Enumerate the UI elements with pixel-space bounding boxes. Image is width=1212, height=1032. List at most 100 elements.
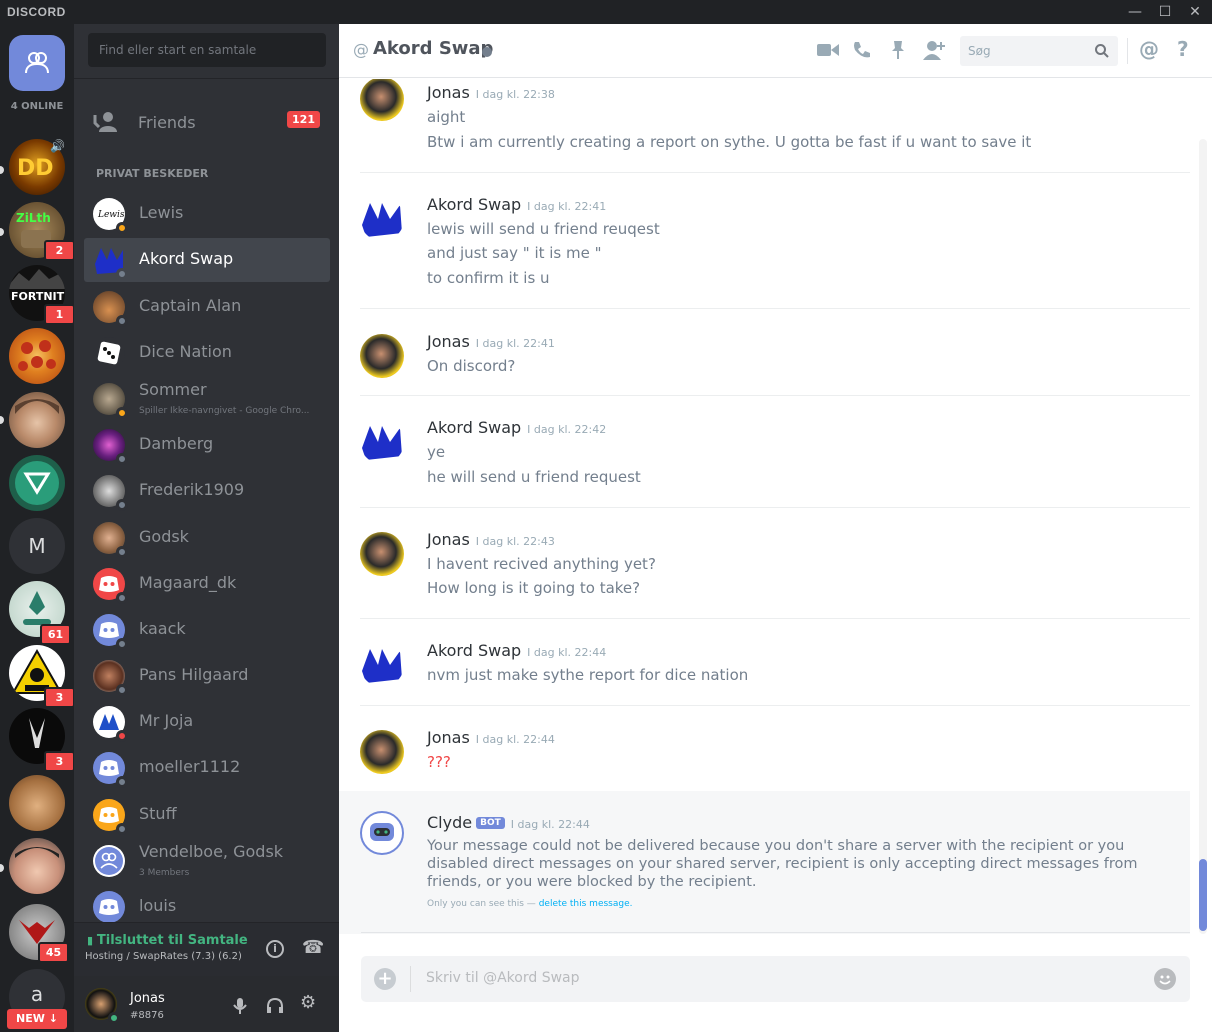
mentions-icon[interactable]: @	[1139, 37, 1159, 61]
svg-text:Lewis: Lewis	[97, 210, 125, 220]
online-count: 4 ONLINE	[10, 101, 64, 112]
dm-item-captain-alan[interactable]: Captain Alan	[84, 285, 330, 329]
delete-message-link[interactable]: delete this message.	[539, 899, 633, 909]
server-v[interactable]	[9, 455, 65, 511]
scrollbar-thumb[interactable]	[1199, 859, 1207, 931]
message-divider	[360, 308, 1190, 309]
author-name[interactable]: Akord Swap	[427, 418, 521, 437]
dm-item-moeller1112[interactable]: moeller1112	[84, 746, 330, 790]
emoji-picker-icon[interactable]	[1154, 968, 1176, 990]
headphones-icon[interactable]	[266, 998, 284, 1014]
status-offline-indicator	[482, 47, 492, 57]
header-search-input[interactable]: Søg	[960, 36, 1118, 66]
dm-item-lewis[interactable]: Lewis Lewis	[84, 192, 330, 236]
message-group: Jonas I dag kl. 22:41 On discord?	[339, 328, 1190, 396]
add-friend-to-dm-icon[interactable]	[923, 40, 945, 60]
dm-item-dice-nation[interactable]: Dice Nation	[84, 331, 330, 375]
chat-area: @ Akord Swap Søg @ ? Jonas I dag kl. 22:3…	[339, 24, 1212, 1032]
dm-name: kaack	[139, 619, 186, 638]
message-divider	[360, 618, 1190, 619]
author-avatar[interactable]	[360, 197, 404, 241]
help-icon[interactable]: ?	[1177, 37, 1189, 61]
group-dm-icon	[93, 845, 125, 877]
discord-logo: DISCORD	[7, 5, 66, 19]
svg-text:ZiLth: ZiLth	[16, 211, 51, 225]
svg-text:FORTNITE: FORTNITE	[11, 290, 65, 303]
search-placeholder: Søg	[968, 44, 991, 58]
author-name[interactable]: Jonas	[427, 83, 470, 102]
message-input[interactable]: Skriv til @Akord Swap	[426, 970, 580, 986]
close-button[interactable]: ✕	[1178, 0, 1212, 24]
dm-item-frederik1909[interactable]: Frederik1909	[84, 469, 330, 513]
author-name[interactable]: Jonas	[427, 728, 470, 747]
dm-name: Akord Swap	[139, 249, 234, 268]
author-name[interactable]: Akord Swap	[427, 195, 521, 214]
settings-gear-icon[interactable]: ⚙	[300, 992, 316, 1013]
voice-channel-text: Hosting / SwapRates (7.3) (6.2)	[85, 951, 242, 962]
author-name[interactable]: Akord Swap	[427, 641, 521, 660]
voice-call-icon[interactable]	[852, 40, 872, 60]
dice-avatar-icon	[93, 337, 125, 369]
dm-name: Mr Joja	[139, 711, 194, 730]
author-avatar[interactable]	[360, 79, 404, 121]
dm-item-mr-joja[interactable]: Mr Joja	[84, 700, 330, 744]
server-badge: 3	[44, 687, 75, 708]
friends-home-button[interactable]	[9, 35, 65, 91]
author-avatar[interactable]	[360, 334, 404, 378]
message-group: Jonas I dag kl. 22:44 ???	[339, 724, 1190, 792]
dm-item-vendelboe-godsk[interactable]: Vendelboe, Godsk 3 Members	[84, 839, 330, 883]
scrollbar-track[interactable]	[1199, 139, 1207, 934]
minimize-button[interactable]: —	[1118, 0, 1152, 24]
author-avatar[interactable]	[360, 532, 404, 576]
microphone-icon[interactable]	[233, 997, 247, 1015]
status-offline-indicator	[116, 315, 128, 327]
server-person2[interactable]	[9, 838, 65, 894]
author-avatar[interactable]	[360, 730, 404, 774]
server-m[interactable]: M	[9, 518, 65, 574]
server-badge: 45	[38, 942, 69, 963]
server-face[interactable]	[9, 392, 65, 448]
pinned-messages-icon[interactable]	[891, 40, 905, 60]
unread-pill	[0, 166, 4, 174]
discord-default-avatar-icon	[93, 891, 125, 923]
message-text: and just say " it is me "	[427, 244, 602, 262]
video-call-icon[interactable]	[817, 42, 839, 58]
bot-tag: BOT	[476, 817, 505, 829]
author-name[interactable]: Jonas	[427, 530, 470, 549]
timestamp: I dag kl. 22:41	[475, 337, 555, 350]
info-icon[interactable]: i	[266, 940, 284, 958]
clyde-avatar[interactable]	[360, 811, 404, 855]
user-name: Jonas	[130, 991, 165, 1006]
dm-item-damberg[interactable]: Damberg	[84, 423, 330, 467]
server-pizza[interactable]	[9, 328, 65, 384]
author-name[interactable]: Clyde	[427, 813, 472, 832]
message-header: Jonas I dag kl. 22:43	[427, 530, 555, 549]
dm-activity: Spiller Ikke-navngivet - Google Chro...	[139, 406, 310, 416]
disconnect-call-icon[interactable]: ☎	[302, 937, 324, 958]
author-avatar[interactable]	[360, 420, 404, 464]
message-group: Akord Swap I dag kl. 22:44 nvm just make …	[339, 637, 1190, 706]
at-icon: @	[353, 40, 369, 59]
dm-item-akord-swap[interactable]: Akord Swap	[84, 238, 330, 282]
dm-item-pans-hilgaard[interactable]: Pans Hilgaard	[84, 654, 330, 698]
ephemeral-note: Only you can see this — delete this mess…	[427, 899, 633, 909]
new-unreads-button[interactable]: NEW ↓	[7, 1009, 67, 1029]
server-person[interactable]	[9, 775, 65, 831]
friends-wave-icon	[84, 111, 128, 133]
dm-item-godsk[interactable]: Godsk	[84, 516, 330, 560]
discord-app: DISCORD — ☐ ✕ 4 ONLINE DD 🔊 ZiLth 2 FORT…	[0, 0, 1212, 1032]
dm-search-input[interactable]: Find eller start en samtale	[88, 33, 326, 67]
dm-name: louis	[139, 896, 177, 915]
message-text: I havent recived anything yet?	[427, 555, 656, 573]
upload-plus-icon[interactable]: +	[374, 968, 396, 990]
friends-nav-item[interactable]: Friends 121	[84, 100, 330, 144]
unread-pill	[0, 228, 4, 236]
maximize-button[interactable]: ☐	[1148, 0, 1182, 24]
timestamp: I dag kl. 22:42	[527, 423, 607, 436]
dm-item-magaard-dk[interactable]: Magaard_dk	[84, 562, 330, 606]
author-avatar[interactable]	[360, 643, 404, 687]
dm-item-sommer[interactable]: Sommer Spiller Ikke-navngivet - Google C…	[84, 377, 330, 421]
dm-item-stuff[interactable]: Stuff	[84, 793, 330, 837]
dm-item-kaack[interactable]: kaack	[84, 608, 330, 652]
author-name[interactable]: Jonas	[427, 332, 470, 351]
